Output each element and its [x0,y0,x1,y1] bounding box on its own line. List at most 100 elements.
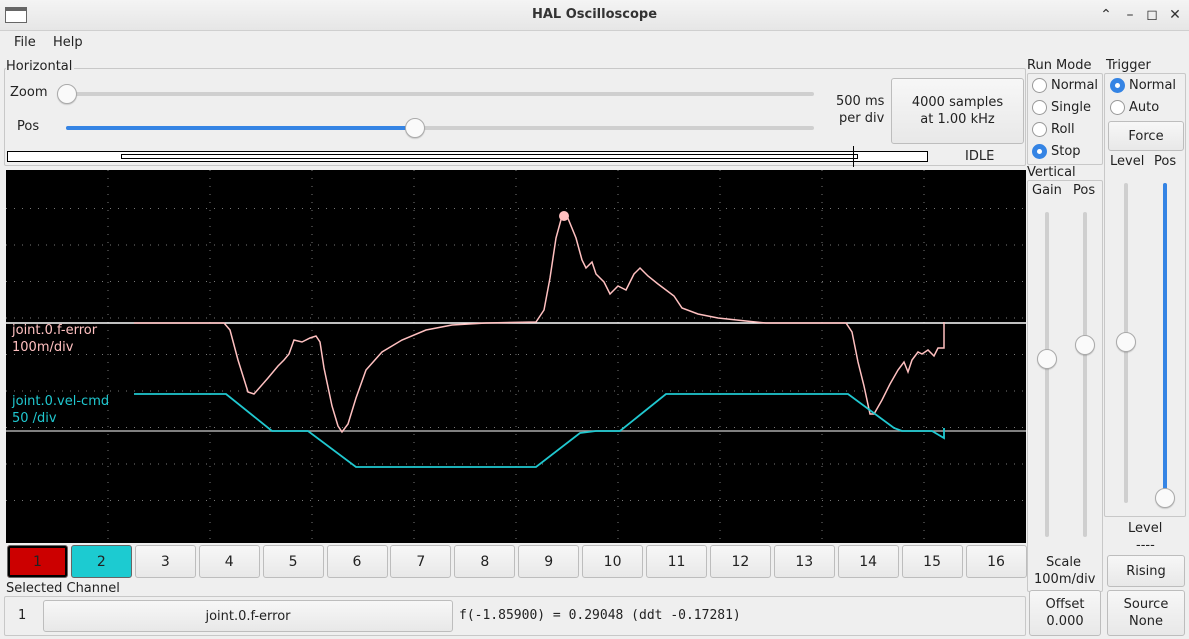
radio-icon [1032,78,1047,93]
channel-button-16[interactable]: 16 [965,545,1027,578]
run-mode-stop[interactable]: Stop [1032,144,1081,159]
zoom-label: Zoom [10,85,48,100]
trigger-pos-slider-fill [1163,183,1167,493]
force-label: Force [1128,128,1164,144]
radio-icon [1110,100,1125,115]
offset-value: 0.000 [1046,614,1084,629]
radio-selected-icon [1032,144,1047,159]
run-mode-roll-label: Roll [1051,122,1075,137]
vertical-pos-label: Pos [1073,183,1096,198]
chevron-up-icon[interactable]: ⌃ [1096,5,1116,25]
trigger-level-value-label: Level [1128,521,1163,536]
scale-label: Scale [1046,555,1081,570]
channel-button-15[interactable]: 15 [901,545,963,578]
samples-line2: at 1.00 kHz [920,112,995,127]
scale-value: 100m/div [1034,572,1096,587]
channel-button-1[interactable]: 1 [7,545,68,578]
gain-slider[interactable] [1045,212,1049,537]
selected-channel-title: Selected Channel [6,581,122,596]
trigger-level-slider-knob[interactable] [1116,332,1136,352]
menu-file[interactable]: File [14,35,36,50]
pos-slider-knob[interactable] [405,118,425,138]
run-mode-single[interactable]: Single [1032,100,1091,115]
trigger-marker [853,146,854,167]
vertical-pos-slider-knob[interactable] [1075,335,1095,355]
zoom-slider[interactable] [66,92,814,96]
trigger-title: Trigger [1106,58,1151,73]
window-title: HAL Oscilloscope [531,7,658,22]
selected-channel-readout: f(-1.85900) = 0.29048 (ddt -0.17281) [459,608,741,623]
trigger-level-label: Level [1110,154,1145,169]
channel-button-3[interactable]: 3 [134,545,196,578]
run-mode-single-label: Single [1051,100,1091,115]
trace1-cursor-point [559,211,569,221]
scope-plot [6,170,1026,543]
rate-line2: per div [839,111,885,126]
channel-button-9[interactable]: 9 [518,545,580,578]
status-text: IDLE [965,149,995,164]
channel-button-10[interactable]: 10 [582,545,644,578]
samples-line1: 4000 samples [911,95,1004,110]
trace1-scale: 100m/div [12,340,74,355]
channel-button-2[interactable]: 2 [70,545,132,578]
selected-channel-name-button[interactable]: joint.0.f-error [43,600,453,632]
trigger-auto-label: Auto [1129,100,1160,115]
menu-help[interactable]: Help [53,35,83,50]
source-line2: None [1129,614,1163,629]
horizontal-title: Horizontal [6,59,75,74]
pos-slider-fill [66,126,416,130]
edge-button[interactable]: Rising [1107,555,1185,587]
trigger-pos-label: Pos [1154,154,1177,169]
edge-label: Rising [1126,563,1166,579]
gain-slider-knob[interactable] [1037,349,1057,369]
source-button[interactable]: Source None [1107,590,1185,636]
force-button[interactable]: Force [1108,121,1184,151]
gain-label: Gain [1032,183,1062,198]
record-window-indicator [121,154,858,159]
record-overview-bar[interactable] [7,146,928,167]
trigger-pos-slider-knob[interactable] [1155,488,1175,508]
channel-button-5[interactable]: 5 [262,545,324,578]
selected-channel-number: 1 [18,608,27,623]
channel-button-12[interactable]: 12 [709,545,771,578]
run-mode-normal[interactable]: Normal [1032,78,1098,93]
title-bar: HAL Oscilloscope ⌃ – ◻ ✕ [0,0,1189,31]
selected-channel-name: joint.0.f-error [205,608,291,624]
radio-selected-icon [1110,78,1125,93]
vertical-title: Vertical [1027,165,1076,180]
offset-label: Offset [1045,597,1085,612]
channel-button-7[interactable]: 7 [390,545,452,578]
trace1-name: joint.0.f-error [12,323,98,338]
run-mode-roll[interactable]: Roll [1032,122,1075,137]
radio-icon [1032,122,1047,137]
offset-button[interactable]: Offset 0.000 [1029,590,1101,636]
trace1-waveform [134,215,945,434]
zoom-slider-knob[interactable] [57,84,77,104]
rate-line1: 500 ms [836,94,885,109]
scope-display[interactable]: joint.0.f-error 100m/div joint.0.vel-cmd… [6,170,1026,543]
channel-button-13[interactable]: 13 [773,545,835,578]
close-icon[interactable]: ✕ [1165,5,1185,25]
vertical-frame [1027,180,1103,592]
trigger-normal-label: Normal [1129,78,1177,93]
pos-label: Pos [17,119,40,134]
maximize-icon[interactable]: ◻ [1142,5,1162,25]
samples-button[interactable]: 4000 samples at 1.00 kHz [891,78,1024,144]
trigger-level-value: ---- [1136,538,1155,553]
trigger-auto[interactable]: Auto [1110,100,1159,115]
channel-button-11[interactable]: 11 [646,545,707,578]
vertical-pos-slider[interactable] [1083,212,1087,537]
trigger-normal[interactable]: Normal [1110,78,1176,93]
channel-button-4[interactable]: 4 [198,545,260,578]
run-mode-stop-label: Stop [1051,144,1081,159]
source-line1: Source [1123,597,1169,612]
minimize-icon[interactable]: – [1120,5,1140,25]
channel-button-8[interactable]: 8 [454,545,516,578]
channel-button-14[interactable]: 14 [837,545,899,578]
trace2-scale: 50 /div [12,411,57,426]
channel-button-6[interactable]: 6 [326,545,388,578]
menu-bar: File Help [0,31,1189,57]
run-mode-normal-label: Normal [1051,78,1099,93]
radio-icon [1032,100,1047,115]
trace2-name: joint.0.vel-cmd [12,394,110,409]
